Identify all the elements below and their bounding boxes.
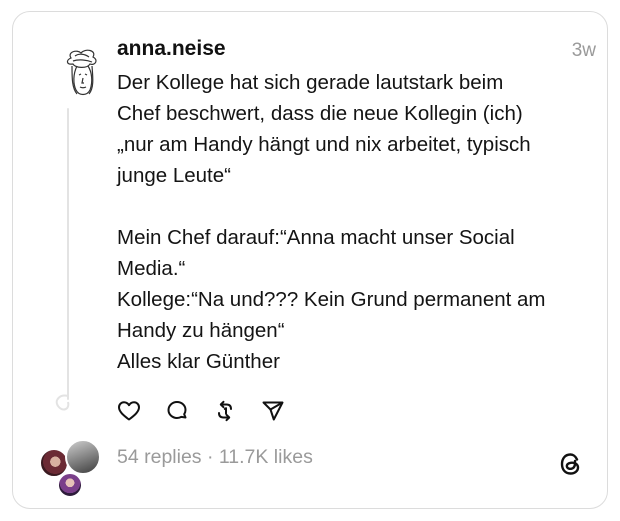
share-icon[interactable] <box>261 399 285 423</box>
post-line: Chef beschwert, dass die neue Kollegin (… <box>117 102 523 125</box>
thread-loop-icon <box>55 394 70 411</box>
post-line: Mein Chef darauf:“Anna macht unser Socia… <box>117 226 515 249</box>
post-line: Der Kollege hat sich gerade lautstark be… <box>117 71 504 94</box>
thread-line <box>67 108 69 400</box>
post-line: „nur am Handy hängt und nix arbeitet, ty… <box>117 133 531 156</box>
post-line: junge Leute“ <box>117 164 231 187</box>
post-line <box>117 191 587 222</box>
post-line: Handy zu hängen“ <box>117 319 285 342</box>
username[interactable]: anna.neise <box>117 37 226 61</box>
threads-logo-icon[interactable] <box>557 450 585 478</box>
repost-icon[interactable] <box>213 399 237 423</box>
post-line: Kollege:“Na und??? Kein Grund permanent … <box>117 288 546 311</box>
comment-icon[interactable] <box>165 399 189 423</box>
replier-avatar[interactable] <box>57 472 83 498</box>
post-line: Alles klar Günther <box>117 350 280 373</box>
author-avatar[interactable] <box>63 48 101 100</box>
timestamp: 3w <box>571 40 596 61</box>
post-stats[interactable]: 54 replies · 11.7K likes <box>117 446 313 469</box>
post-line: Media.“ <box>117 257 186 280</box>
replier-avatar[interactable] <box>65 439 101 475</box>
like-icon[interactable] <box>117 399 141 423</box>
post-body: Der Kollege hat sich gerade lautstark be… <box>117 67 587 377</box>
